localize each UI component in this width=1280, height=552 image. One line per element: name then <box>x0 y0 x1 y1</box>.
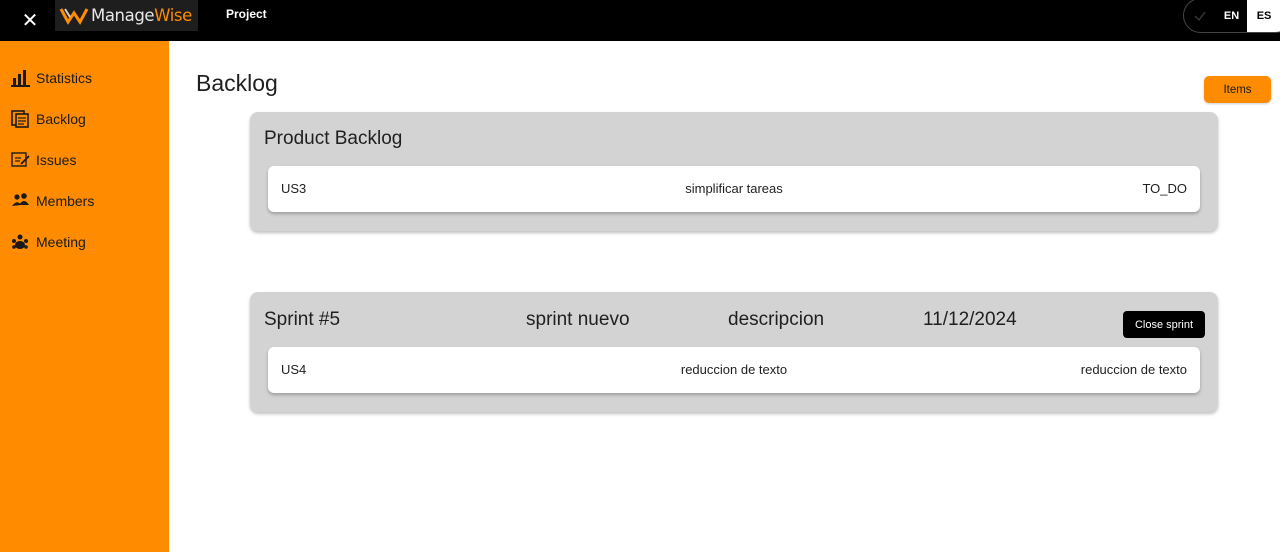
bar-chart-icon <box>11 69 33 87</box>
sidebar-item-issues[interactable]: Issues <box>11 151 76 169</box>
backlog-item-row[interactable]: US3 simplificar tareas TO_DO <box>268 166 1200 212</box>
close-icon[interactable]: ✕ <box>18 6 42 34</box>
item-status: TO_DO <box>1142 181 1187 196</box>
sprint-title: sprint nuevo <box>526 309 630 330</box>
sidebar-item-label: Backlog <box>36 111 86 127</box>
product-backlog-panel: Product Backlog US3 simplificar tareas T… <box>250 112 1218 231</box>
item-title: reduccion de texto <box>680 362 788 377</box>
item-id: US3 <box>281 181 307 196</box>
item-status: reduccion de texto <box>1080 362 1187 377</box>
item-title: simplificar tareas <box>685 181 783 196</box>
logo-wise-text: Wise <box>154 6 192 25</box>
language-switch: EN ES <box>1183 0 1280 33</box>
sidebar-item-statistics[interactable]: Statistics <box>11 69 92 87</box>
lang-en-button[interactable]: EN <box>1216 0 1246 32</box>
sprint-item-row[interactable]: US4 reduccion de texto reduccion de text… <box>268 347 1200 393</box>
top-bar: ✕ ManageWise Project EN ES <box>0 0 1280 41</box>
close-sprint-button[interactable]: Close sprint <box>1123 311 1205 338</box>
product-backlog-title: Product Backlog <box>264 128 403 149</box>
sidebar: Statistics Backlog Issues Members Meetin… <box>0 41 169 552</box>
backlog-icon <box>11 110 33 128</box>
issues-icon <box>11 151 33 169</box>
sidebar-item-label: Issues <box>36 152 77 168</box>
sprint-name: Sprint #5 <box>264 309 341 330</box>
lang-es-button[interactable]: ES <box>1246 0 1280 32</box>
check-icon <box>1184 0 1216 32</box>
logo: ManageWise <box>55 0 198 31</box>
meeting-icon <box>11 233 33 251</box>
logo-icon <box>59 7 89 25</box>
project-link[interactable]: Project <box>226 7 267 21</box>
sprint-panel: Sprint #5 sprint nuevo descripcion 11/12… <box>250 292 1218 412</box>
sidebar-item-label: Members <box>36 193 95 209</box>
members-icon <box>11 192 33 210</box>
sidebar-item-members[interactable]: Members <box>11 192 94 210</box>
sidebar-item-label: Meeting <box>36 234 86 250</box>
item-id: US4 <box>281 362 307 377</box>
sidebar-item-label: Statistics <box>36 70 93 86</box>
items-button[interactable]: Items <box>1204 76 1271 103</box>
sprint-description: descripcion <box>728 309 825 330</box>
page-title: Backlog <box>196 70 278 96</box>
logo-manage-text: Manage <box>91 6 155 25</box>
sidebar-item-meeting[interactable]: Meeting <box>11 233 86 251</box>
sidebar-item-backlog[interactable]: Backlog <box>11 110 86 128</box>
sprint-date: 11/12/2024 <box>923 309 1017 330</box>
